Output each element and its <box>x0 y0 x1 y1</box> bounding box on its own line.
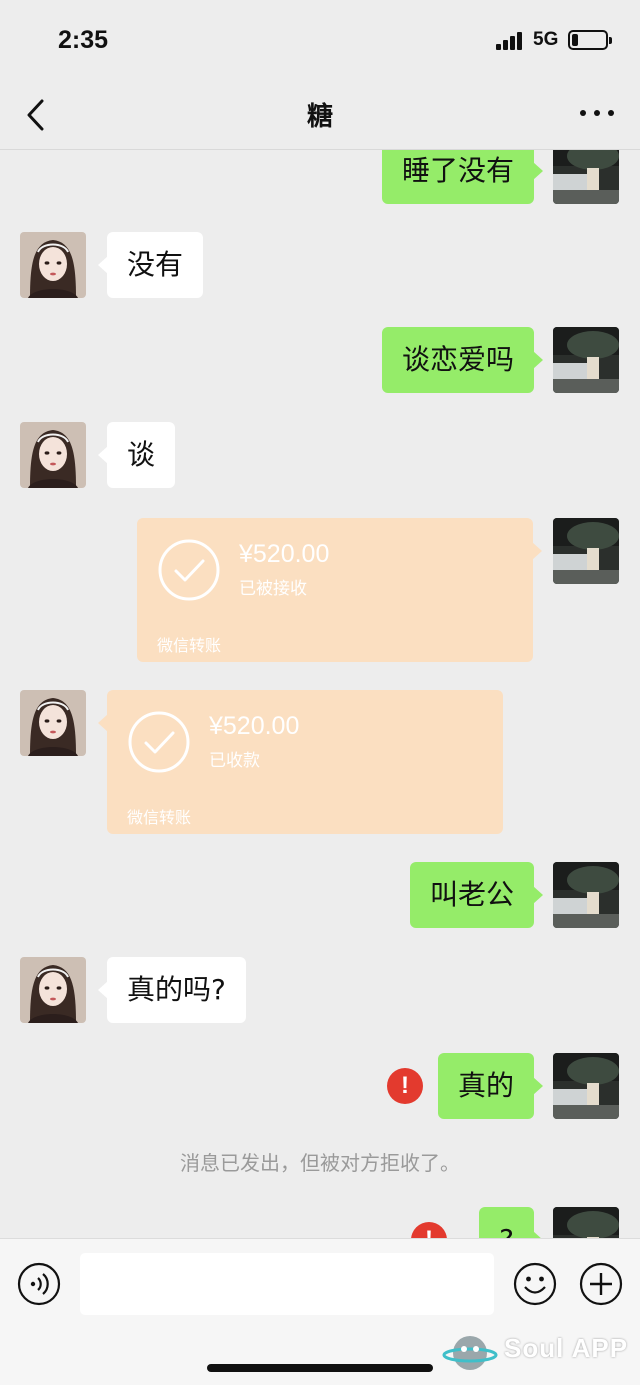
transfer-card-incoming[interactable]: ¥520.00 已收款 微信转账 <box>98 690 503 834</box>
rejected-system-note: 消息已发出，但被对方拒收了。 <box>180 1151 460 1175</box>
input-bar: Soul APP <box>0 1238 640 1385</box>
contact-avatar[interactable] <box>20 957 86 1023</box>
my-avatar[interactable] <box>553 518 619 584</box>
contact-avatar[interactable] <box>20 422 86 488</box>
contact-avatar[interactable] <box>20 232 86 298</box>
message-bubble-outgoing[interactable]: 谈恋爱吗 <box>381 327 544 393</box>
emoji-icon[interactable] <box>513 1262 557 1306</box>
message-bubble-outgoing[interactable]: 睡了没有 <box>381 150 544 204</box>
message-input[interactable] <box>80 1253 494 1315</box>
battery-level <box>572 34 578 46</box>
status-time: 2:35 <box>58 26 109 54</box>
chat-screen: 2:35 5G 糖 睡了没有 没有 谈恋爱吗 谈 ¥520.00 已被接收 微信… <box>0 0 640 1385</box>
my-avatar[interactable] <box>553 862 619 928</box>
voice-icon[interactable] <box>17 1262 61 1306</box>
contact-avatar[interactable] <box>20 690 86 756</box>
message-bubble-incoming[interactable]: 真的吗? <box>98 957 246 1023</box>
send-failed-icon[interactable]: ! <box>411 1222 447 1238</box>
message-bubble-incoming[interactable]: 没有 <box>97 232 204 298</box>
transfer-status: 已被接收 <box>239 579 307 599</box>
my-avatar[interactable] <box>553 1207 619 1238</box>
message-bubble-outgoing[interactable]: ? <box>479 1207 543 1238</box>
transfer-card-outgoing[interactable]: ¥520.00 已被接收 微信转账 <box>137 518 542 662</box>
send-failed-icon[interactable]: ! <box>387 1068 423 1104</box>
my-avatar[interactable] <box>553 150 619 204</box>
message-bubble-incoming[interactable]: 谈 <box>97 422 176 488</box>
watermark-text: Soul APP <box>504 1333 629 1363</box>
soul-app-watermark: Soul APP <box>442 1327 632 1377</box>
message-bubble-outgoing[interactable]: 真的 <box>437 1053 544 1119</box>
my-avatar[interactable] <box>553 327 619 393</box>
plus-icon[interactable] <box>579 1262 623 1306</box>
transfer-brand: 微信转账 <box>127 808 192 827</box>
check-circle-icon <box>128 711 190 773</box>
home-indicator[interactable] <box>207 1364 433 1372</box>
transfer-amount: ¥520.00 <box>209 712 300 740</box>
message-list[interactable]: 睡了没有 没有 谈恋爱吗 谈 ¥520.00 已被接收 微信转账 ¥520.00… <box>0 150 640 1238</box>
transfer-brand: 微信转账 <box>157 636 222 655</box>
transfer-amount: ¥520.00 <box>239 540 330 568</box>
chat-header: 糖 <box>0 80 640 150</box>
chat-title: 糖 <box>306 102 333 132</box>
transfer-status: 已收款 <box>209 751 260 771</box>
check-circle-icon <box>158 539 220 601</box>
my-avatar[interactable] <box>553 1053 619 1119</box>
network-type: 5G <box>533 29 559 50</box>
battery-icon <box>568 30 612 50</box>
more-dots-icon[interactable] <box>580 108 614 118</box>
status-bar: 2:35 5G <box>0 0 640 80</box>
message-bubble-outgoing[interactable]: 叫老公 <box>409 862 544 928</box>
signal-icon <box>496 32 524 50</box>
